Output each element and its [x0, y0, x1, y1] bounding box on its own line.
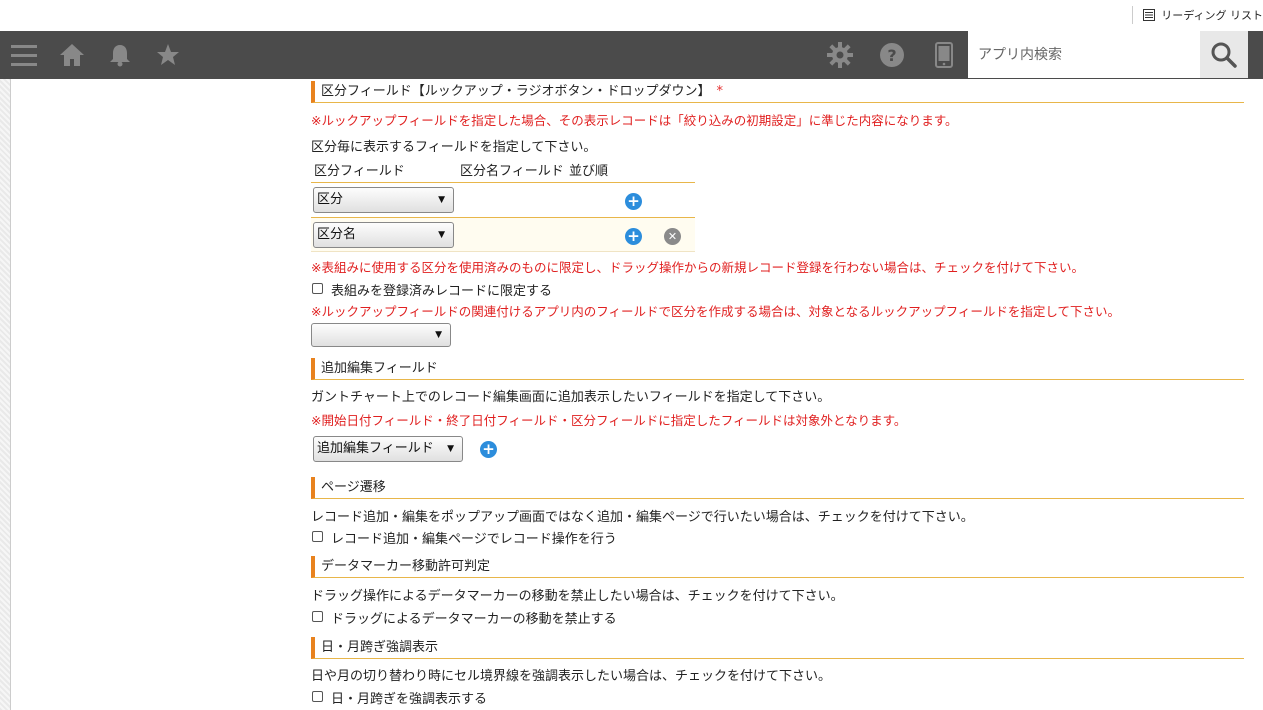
lookup-field-select[interactable]: ▼: [311, 323, 451, 347]
help-icon[interactable]: ?: [878, 41, 906, 69]
marker-desc: ドラッグ操作によるデータマーカーの移動を禁止したい場合は、チェックを付けて下さい…: [311, 589, 844, 604]
section-title-edit-field: 追加編集フィールド: [311, 358, 1244, 380]
dropdown-arrow-icon: ▼: [438, 195, 445, 205]
table-row: 区分名 ▼ + ✕: [311, 217, 695, 252]
restrict-checkbox[interactable]: [312, 283, 323, 294]
gear-icon[interactable]: [826, 41, 854, 69]
day-month-checkbox-label: 日・月跨ぎを強調表示する: [331, 692, 488, 707]
page-transition-checkbox-label: レコード追加・編集ページでレコード操作を行う: [331, 532, 617, 547]
star-icon[interactable]: [154, 41, 182, 69]
bell-icon[interactable]: [106, 41, 134, 69]
section-title-text: 追加編集フィールド: [321, 361, 438, 376]
reading-list-label: リーディング リスト: [1161, 9, 1263, 22]
app-search: [968, 31, 1248, 78]
day-desc: 日や月の切り替わり時にセル境界線を強調表示したい場合は、チェックを付けて下さい。: [311, 669, 832, 684]
category-select[interactable]: 区分 ▼: [313, 187, 454, 213]
section-title-marker-move: データマーカー移動許可判定: [311, 556, 1244, 578]
mobile-icon[interactable]: [930, 41, 958, 69]
dropdown-arrow-icon: ▼: [435, 330, 442, 340]
menu-icon[interactable]: [10, 41, 38, 69]
left-panel: [0, 79, 11, 710]
edit-field-select-value: 追加編集フィールド: [317, 441, 434, 456]
marker-checkbox[interactable]: [312, 611, 323, 622]
day-month-checkbox[interactable]: [312, 691, 323, 702]
section-title-text: データマーカー移動許可判定: [321, 559, 491, 574]
add-row-icon[interactable]: +: [625, 193, 642, 210]
section-title-text: 日・月跨ぎ強調表示: [321, 640, 439, 655]
home-icon[interactable]: [58, 41, 86, 69]
dropdown-arrow-icon: ▼: [447, 444, 454, 454]
col-header-category-field: 区分フィールド: [314, 164, 405, 179]
restrict-note: ※表組みに使用する区分を使用済みのものに限定し、ドラッグ操作からの新規レコード登…: [311, 260, 1084, 275]
remove-row-icon[interactable]: ✕: [664, 228, 681, 245]
table-row: 区分 ▼ +: [311, 182, 695, 217]
search-button[interactable]: [1200, 31, 1248, 78]
dropdown-arrow-icon: ▼: [438, 230, 445, 240]
col-header-name-field: 区分名フィールド: [460, 164, 564, 179]
edit-field-select[interactable]: 追加編集フィールド ▼: [313, 436, 463, 462]
search-icon: [1211, 42, 1237, 68]
section-title-page-transition: ページ遷移: [311, 477, 1244, 499]
section-title-category-field: 区分フィールド【ルックアップ・ラジオボタン・ドロップダウン】 *: [311, 81, 1244, 103]
category-name-select[interactable]: 区分名 ▼: [313, 222, 454, 248]
page-transition-checkbox[interactable]: [312, 531, 323, 542]
svg-text:?: ?: [887, 46, 896, 65]
app-search-input[interactable]: [968, 31, 1200, 78]
marker-checkbox-label: ドラッグによるデータマーカーの移動を禁止する: [331, 612, 617, 627]
lookup-note: ※ルックアップフィールドを指定した場合、その表示レコードは「絞り込みの初期設定」…: [311, 113, 958, 128]
lookup-field-note: ※ルックアップフィールドの関連付けるアプリ内のフィールドで区分を作成する場合は、…: [311, 304, 1120, 319]
section-title-text: 区分フィールド【ルックアップ・ラジオボタン・ドロップダウン】: [321, 84, 711, 99]
restrict-checkbox-label: 表組みを登録済みレコードに限定する: [331, 284, 553, 299]
reading-list-icon: [1143, 9, 1156, 21]
browser-top-strip: リーディング リスト: [0, 0, 1263, 31]
required-mark: *: [716, 84, 723, 99]
page-desc: レコード追加・編集をポップアップ画面ではなく追加・編集ページで行いたい場合は、チ…: [311, 510, 974, 525]
edit-desc: ガントチャート上でのレコード編集画面に追加表示したいフィールドを指定して下さい。: [311, 390, 831, 405]
edit-note: ※開始日付フィールド・終了日付フィールド・区分フィールドに指定したフィールドは対…: [311, 413, 907, 428]
section-title-day-month: 日・月跨ぎ強調表示: [311, 637, 1244, 659]
add-edit-field-icon[interactable]: +: [480, 441, 497, 458]
col-header-order: 並び順: [569, 164, 609, 179]
category-name-select-value: 区分名: [317, 227, 357, 242]
section-title-text: ページ遷移: [321, 480, 386, 495]
category-select-value: 区分: [317, 192, 344, 207]
add-row-icon[interactable]: +: [625, 228, 642, 245]
reading-list-button[interactable]: リーディング リスト: [1132, 6, 1263, 24]
category-desc: 区分毎に表示するフィールドを指定して下さい。: [311, 140, 597, 155]
